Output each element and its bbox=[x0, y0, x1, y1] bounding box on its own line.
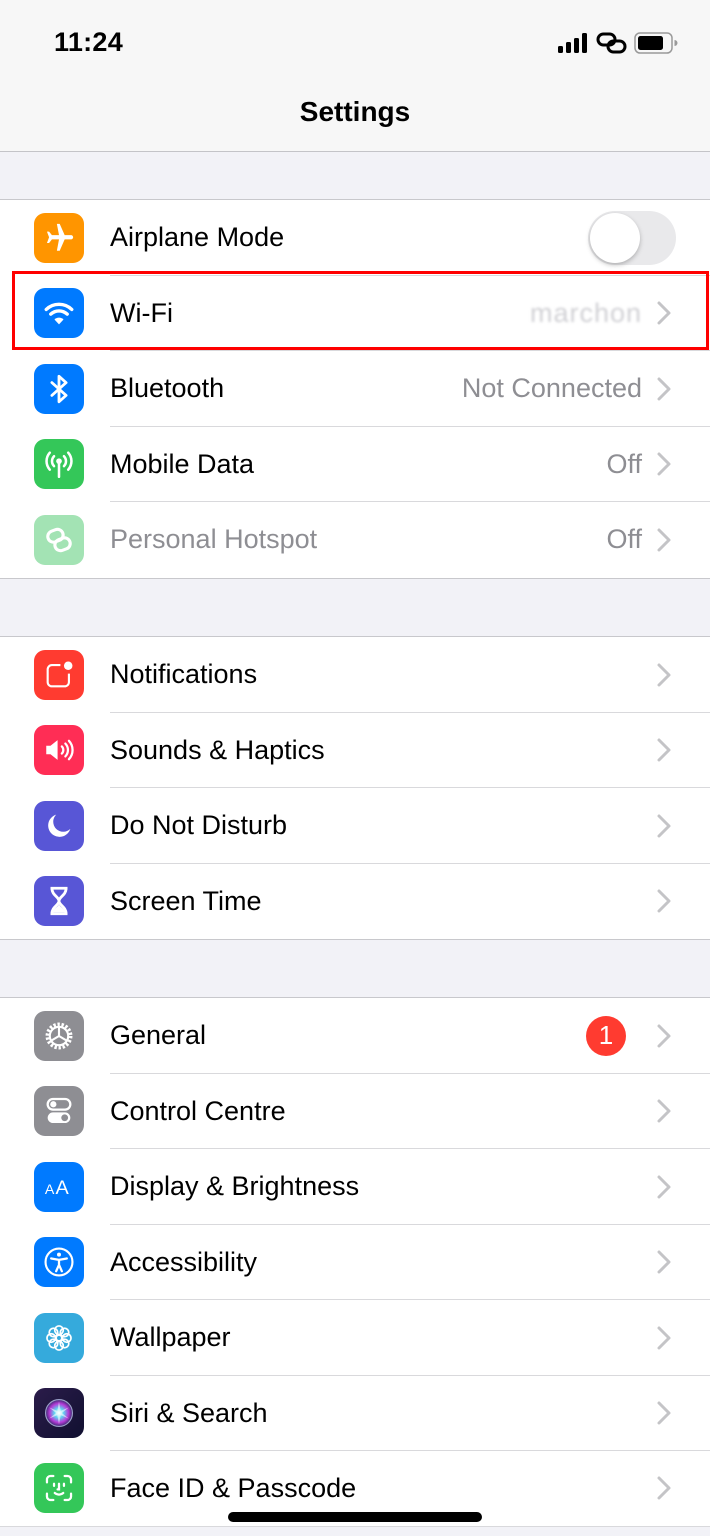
row-label: General bbox=[110, 1020, 207, 1051]
row-wallpaper[interactable]: Wallpaper bbox=[0, 1300, 710, 1376]
siri-icon bbox=[34, 1388, 84, 1439]
wifi-network-name: marchon bbox=[529, 297, 642, 328]
row-display-brightness[interactable]: AA Display & Brightness bbox=[0, 1149, 710, 1225]
airplane-icon bbox=[34, 212, 84, 263]
row-mobile-data[interactable]: Mobile Data Off bbox=[0, 427, 710, 502]
chevron-right-icon bbox=[657, 814, 671, 838]
chevron-right-icon bbox=[657, 889, 671, 913]
chevron-right-icon bbox=[657, 1326, 671, 1350]
row-label: Do Not Disturb bbox=[110, 810, 288, 841]
row-screen-time[interactable]: Screen Time bbox=[0, 864, 710, 940]
chevron-right-icon bbox=[657, 738, 671, 762]
update-badge: 1 bbox=[586, 1015, 626, 1056]
text-size-icon: AA bbox=[34, 1161, 84, 1212]
row-label: Control Centre bbox=[110, 1095, 286, 1126]
row-control-centre[interactable]: Control Centre bbox=[0, 1074, 710, 1149]
row-label: Notifications bbox=[110, 659, 258, 690]
row-airplane-mode[interactable]: Airplane Mode bbox=[0, 200, 710, 276]
row-label: Face ID & Passcode bbox=[110, 1472, 357, 1503]
row-label: Display & Brightness bbox=[110, 1171, 360, 1202]
cellular-signal-icon bbox=[558, 33, 587, 53]
personal-hotspot-link-icon bbox=[596, 32, 627, 54]
row-value: Not Connected bbox=[461, 373, 642, 404]
switches-icon bbox=[34, 1086, 84, 1137]
row-notifications[interactable]: Notifications bbox=[0, 637, 710, 713]
row-label: Mobile Data bbox=[110, 448, 255, 479]
settings-group-general: General 1 Control Centre AA Display & Br… bbox=[0, 997, 710, 1527]
row-personal-hotspot[interactable]: Personal Hotspot Off bbox=[0, 502, 710, 578]
chevron-right-icon bbox=[657, 1401, 671, 1425]
home-indicator[interactable] bbox=[228, 1512, 482, 1522]
svg-text:A: A bbox=[55, 1177, 69, 1199]
page-title: Settings bbox=[299, 96, 411, 127]
row-label: Siri & Search bbox=[110, 1397, 268, 1428]
gear-icon bbox=[34, 1010, 84, 1061]
row-label: Airplane Mode bbox=[110, 222, 285, 253]
row-label: Accessibility bbox=[110, 1246, 258, 1277]
status-icons bbox=[558, 30, 678, 56]
row-label: Wi-Fi bbox=[110, 297, 173, 328]
settings-group-connectivity: Airplane Mode Wi-Fi marchon Bluetooth No… bbox=[0, 199, 710, 579]
speaker-icon bbox=[34, 725, 84, 776]
row-accessibility[interactable]: Accessibility bbox=[0, 1225, 710, 1300]
bluetooth-icon bbox=[34, 363, 84, 414]
chevron-right-icon bbox=[657, 452, 671, 476]
row-general[interactable]: General 1 bbox=[0, 998, 710, 1074]
hotspot-icon bbox=[34, 514, 84, 565]
chevron-right-icon bbox=[657, 1024, 671, 1048]
status-time: 11:24 bbox=[54, 27, 124, 57]
moon-icon bbox=[34, 800, 84, 851]
row-label: Sounds & Haptics bbox=[110, 734, 325, 765]
navigation-header: 11:24 Settings bbox=[0, 0, 710, 152]
settings-group-notifications: Notifications Sounds & Haptics Do Not Di… bbox=[0, 636, 710, 940]
row-do-not-disturb[interactable]: Do Not Disturb bbox=[0, 788, 710, 864]
row-label: Personal Hotspot bbox=[110, 524, 318, 555]
row-label: Screen Time bbox=[110, 885, 262, 916]
notifications-icon bbox=[34, 649, 84, 700]
row-label: Bluetooth bbox=[110, 373, 225, 404]
row-bluetooth[interactable]: Bluetooth Not Connected bbox=[0, 351, 710, 427]
svg-text:A: A bbox=[45, 1182, 55, 1198]
chevron-right-icon bbox=[657, 1476, 671, 1500]
chevron-right-icon bbox=[657, 1099, 671, 1123]
row-wifi[interactable]: Wi-Fi marchon bbox=[0, 276, 710, 351]
row-label: Wallpaper bbox=[110, 1322, 231, 1353]
battery-icon bbox=[634, 32, 678, 54]
toggle-knob bbox=[590, 212, 640, 263]
row-value: Off bbox=[606, 448, 642, 479]
hourglass-icon bbox=[34, 876, 84, 927]
airplane-mode-toggle[interactable] bbox=[588, 210, 676, 265]
chevron-right-icon bbox=[657, 301, 671, 325]
chevron-right-icon bbox=[657, 528, 671, 552]
accessibility-icon bbox=[34, 1237, 84, 1288]
row-value: Off bbox=[606, 524, 642, 555]
chevron-right-icon bbox=[657, 377, 671, 401]
antenna-icon bbox=[34, 439, 84, 490]
chevron-right-icon bbox=[657, 663, 671, 687]
face-id-icon bbox=[34, 1463, 84, 1514]
row-sounds-haptics[interactable]: Sounds & Haptics bbox=[0, 713, 710, 788]
chevron-right-icon bbox=[657, 1250, 671, 1274]
chevron-right-icon bbox=[657, 1175, 671, 1199]
wifi-icon bbox=[34, 288, 84, 339]
flower-icon bbox=[34, 1312, 84, 1363]
row-siri-search[interactable]: Siri & Search bbox=[0, 1376, 710, 1451]
